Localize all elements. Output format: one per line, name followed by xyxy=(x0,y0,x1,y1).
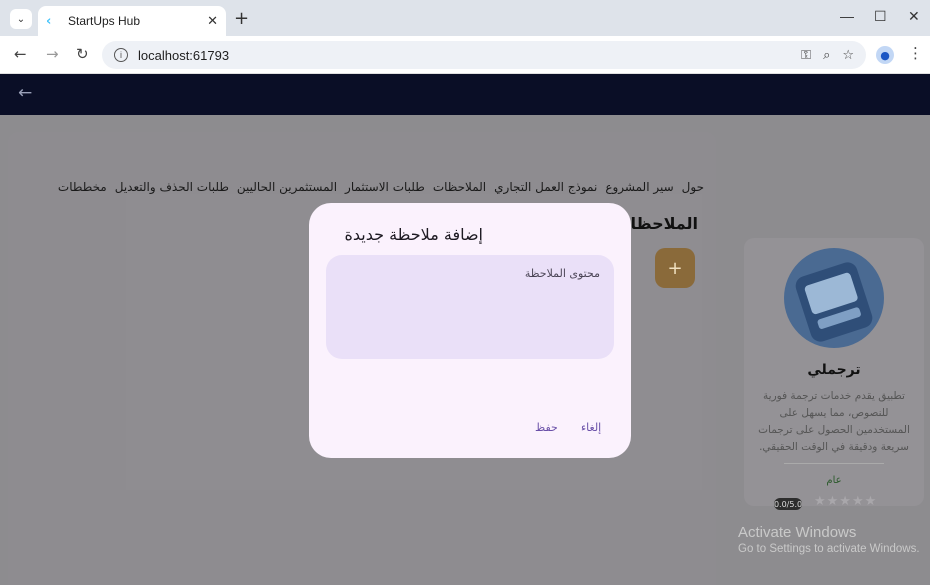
tab-search-icon[interactable]: ⌄ xyxy=(10,9,32,29)
reload-icon[interactable]: ↻ xyxy=(76,45,89,63)
watermark-title: Activate Windows xyxy=(738,524,857,541)
flutter-favicon-icon: ‹ xyxy=(46,13,52,29)
tab-business-model[interactable]: نموذج العمل التجاري xyxy=(494,180,597,194)
forward-icon[interactable]: → xyxy=(46,45,59,63)
tab-project-progress[interactable]: سير المشروع xyxy=(605,180,673,194)
browser-tabbar: ⌄ ‹ StartUps Hub ✕ + — ☐ ✕ xyxy=(0,0,930,36)
save-button[interactable]: حفظ xyxy=(535,421,558,434)
app-back-icon[interactable]: ← xyxy=(18,83,32,103)
minimize-icon[interactable]: — xyxy=(840,8,854,24)
zoom-icon[interactable]: ⌕ xyxy=(823,48,830,63)
site-info-icon[interactable]: i xyxy=(114,48,128,62)
watermark-subtitle: Go to Settings to activate Windows. xyxy=(738,543,920,555)
tab-notes[interactable]: الملاحظات xyxy=(433,180,486,194)
startup-card[interactable]: ترجملي تطبيق يقدم خدمات ترجمة فورية للنص… xyxy=(744,238,924,510)
startup-description: تطبيق يقدم خدمات ترجمة فورية للنصوص، مما… xyxy=(758,390,910,453)
divider xyxy=(784,463,884,464)
maximize-icon[interactable]: ☐ xyxy=(874,8,887,25)
note-content-input[interactable]: محتوى الملاحظة xyxy=(326,255,614,359)
password-key-icon[interactable]: ⚿ xyxy=(801,48,811,63)
bookmark-star-icon[interactable]: ☆ xyxy=(842,48,854,63)
windows-watermark: Activate Windows Go to Settings to activ… xyxy=(738,524,920,555)
tab-delete-edit-requests[interactable]: طلبات الحذف والتعديل xyxy=(115,180,229,194)
add-note-button[interactable]: + xyxy=(655,248,695,288)
phone-illustration xyxy=(793,259,875,345)
rating-stars-icon: ★★★★★ xyxy=(814,494,878,509)
rating-badge: 0.0/5.0 xyxy=(773,498,803,510)
new-tab-icon[interactable]: + xyxy=(234,8,249,29)
add-note-dialog: إضافة ملاحظة جديدة محتوى الملاحظة حفظ إل… xyxy=(309,203,631,458)
note-content-placeholder: محتوى الملاحظة xyxy=(524,267,600,280)
browser-tab[interactable]: ‹ StartUps Hub ✕ xyxy=(38,6,226,36)
tab-title: StartUps Hub xyxy=(68,14,141,28)
app-bar: ← xyxy=(0,74,930,115)
startup-image xyxy=(784,248,884,348)
url-text[interactable]: localhost:61793 xyxy=(138,48,801,63)
tab-close-icon[interactable]: ✕ xyxy=(207,14,218,29)
tab-current-investors[interactable]: المستثمرين الحاليين xyxy=(237,180,337,194)
cancel-button[interactable]: إلغاء xyxy=(581,421,601,434)
browser-menu-icon[interactable]: ⋮ xyxy=(908,44,923,62)
address-bar[interactable]: i localhost:61793 ⚿ ⌕ ☆ xyxy=(102,41,866,69)
project-tabs: حول سير المشروع نموذج العمل التجاري المل… xyxy=(58,180,704,194)
tab-about[interactable]: حول xyxy=(682,180,704,194)
dialog-title: إضافة ملاحظة جديدة xyxy=(344,225,483,244)
profile-avatar-icon[interactable]: ● xyxy=(876,46,894,64)
tab-investment-requests[interactable]: طلبات الاستثمار xyxy=(345,180,425,194)
tab-charts[interactable]: مخططات xyxy=(58,180,107,194)
browser-toolbar: ← → ↻ i localhost:61793 ⚿ ⌕ ☆ ● ⋮ xyxy=(0,36,930,74)
startup-category: عام xyxy=(826,475,842,486)
back-icon[interactable]: ← xyxy=(14,45,27,63)
window-close-icon[interactable]: ✕ xyxy=(908,8,920,25)
startup-name: ترجملي xyxy=(807,362,861,378)
